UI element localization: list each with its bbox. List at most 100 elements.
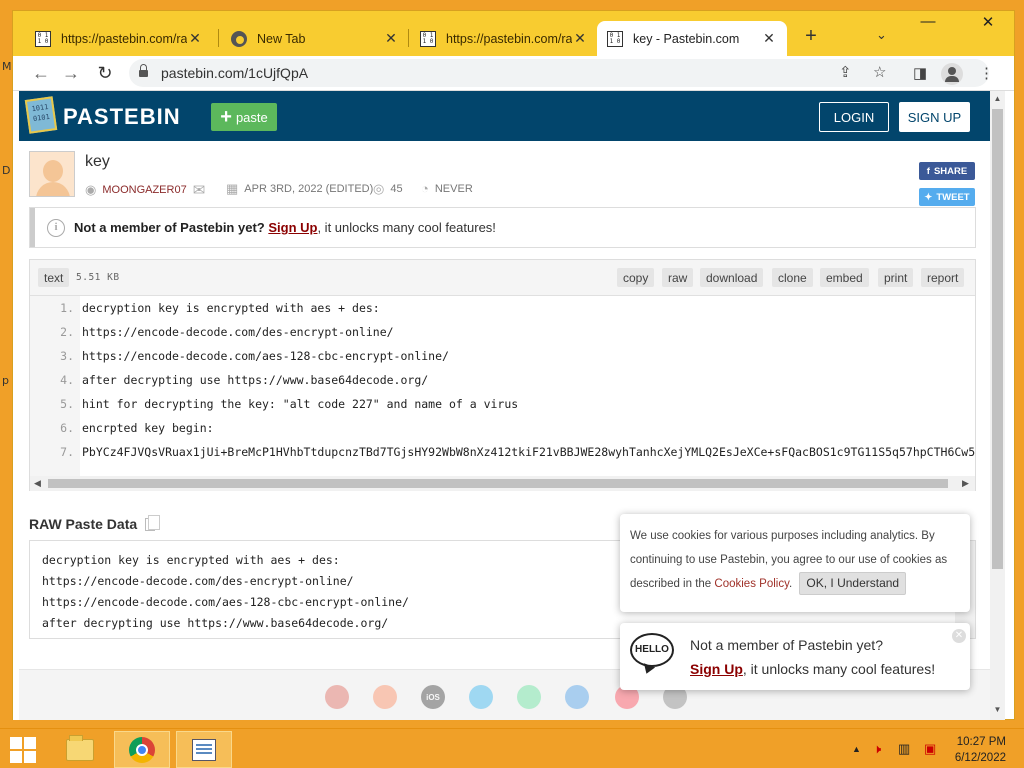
profile-avatar-icon[interactable] [941,63,963,85]
embed-button[interactable]: embed [820,268,869,287]
tab-separator [218,29,219,47]
line-number: 7. [60,445,74,459]
windows-icon[interactable] [469,685,493,709]
message-envelope-icon[interactable]: ✉ [193,181,206,199]
tab-key-pastebin[interactable]: 0 11 0 key - Pastebin.com ✕ [597,21,787,56]
code-horizontal-scrollbar[interactable]: ◀ ▶ [30,476,975,491]
calendar-icon: ▦ [226,181,239,196]
copy-button[interactable]: copy [617,268,655,287]
raw-button[interactable]: raw [662,268,694,287]
side-panel-icon[interactable]: ◨ [913,64,927,82]
back-button[interactable]: ← [29,61,53,85]
tab-title: key - Pastebin.com [633,31,740,46]
line-number: 2. [60,325,74,339]
windows-start-button[interactable] [10,737,36,763]
code-line: 5. hint for decrypting the key: "alt code… [30,392,975,416]
reload-button[interactable]: ↻ [93,61,117,85]
volume-muted-icon[interactable]: 🕨 [873,741,881,757]
tab-pastebin-raw-2[interactable]: 0 11 0 https://pastebin.com/raw/ ✕ [410,21,598,56]
new-paste-button[interactable]: + paste [211,103,277,131]
code-line: 2. https://encode-decode.com/des-encrypt-… [30,320,975,344]
url-text[interactable]: pastebin.com/1cUjfQpA [161,65,308,81]
tab-pastebin-raw-1[interactable]: 0 11 0 https://pastebin.com/raw/ ✕ [25,21,213,56]
print-button[interactable]: print [878,268,914,287]
notice-signup-link[interactable]: Sign Up [268,220,317,235]
code-body[interactable]: 1. decryption key is encrypted with aes +… [30,296,975,476]
android-icon[interactable] [517,685,541,709]
close-tab-icon[interactable]: ✕ [572,30,588,47]
line-text: encrpted key begin: [82,421,214,435]
twitter-tweet-button[interactable]: ✦ TWEET [919,188,975,206]
lock-icon[interactable] [139,64,148,78]
close-tab-icon[interactable]: ✕ [187,30,203,47]
chrome-icon[interactable] [325,685,349,709]
report-button[interactable]: report [921,268,965,287]
pastebin-logo-icon[interactable]: 1011 0101 [24,96,58,134]
format-badge[interactable]: text [38,268,70,287]
cookie-ok-button[interactable]: OK, I Understand [799,572,907,595]
cookie-text-dot: . [788,578,793,590]
raw-line: https://encode-decode.com/aes-128-cbc-en… [42,595,409,609]
scrollbar-thumb[interactable] [992,109,1003,569]
raw-line: after decrypting use https://www.base64d… [42,616,389,630]
taskbar-chrome[interactable] [114,731,170,768]
ios-icon[interactable]: iOS [421,685,445,709]
user-avatar[interactable] [29,151,75,197]
minimize-button[interactable]: — [913,13,943,30]
share-icon[interactable]: ⇪ [839,63,852,81]
code-panel-header: text 5.51 KB copy raw download clone emb… [30,260,975,296]
action-center-icon[interactable]: ▣ [924,741,936,757]
facebook-icon: f [926,165,930,177]
clone-button[interactable]: clone [772,268,813,287]
system-clock[interactable]: 10:27 PM 6/12/2022 [950,734,1006,766]
tab-search-chevron-icon[interactable]: ⌄ [876,27,887,43]
scroll-left-arrow-icon[interactable]: ◀ [34,478,41,489]
hello-speech-bubble-icon: HELLO [630,633,674,667]
tweet-label: TWEET [936,191,970,203]
close-tab-icon[interactable]: ✕ [383,30,399,47]
scrollbar-thumb[interactable] [48,479,948,488]
popup-close-icon[interactable]: ✕ [952,629,966,643]
username-link[interactable]: MOONGAZER07 [102,184,186,196]
desktop-icon-label[interactable]: M [2,60,12,73]
x-icon[interactable] [565,685,589,709]
address-bar[interactable]: pastebin.com/1cUjfQpA ⇪ ☆ [129,59,989,87]
paste-meta-views: ◎ 45 [373,181,403,197]
tab-new-tab[interactable]: New Tab ✕ [221,21,409,56]
page-vertical-scrollbar[interactable]: ▲ ▼ [990,91,1005,720]
tray-expand-icon[interactable]: ▲ [852,744,861,754]
scroll-down-arrow-icon[interactable]: ▼ [990,705,1005,714]
windows-taskbar: ▲ 🕨 ▥ ▣ 10:27 PM 6/12/2022 [0,728,1024,768]
site-logo-text[interactable]: PASTEBIN [63,104,181,130]
pastebin-favicon-icon: 0 11 0 [420,30,436,47]
bookmark-star-icon[interactable]: ☆ [873,63,886,81]
scroll-up-arrow-icon[interactable]: ▲ [990,94,1005,103]
tab-separator [408,29,409,47]
firefox-icon[interactable] [373,685,397,709]
hello-line-2: Sign Up, it unlocks many cool features! [690,661,935,677]
facebook-share-button[interactable]: f SHARE [919,162,975,180]
taskbar-notepad[interactable] [176,731,232,768]
taskbar-file-explorer[interactable] [52,731,108,768]
line-text: decryption key is encrypted with aes + d… [82,301,380,315]
forward-button[interactable]: → [59,61,83,85]
download-button[interactable]: download [700,268,764,287]
new-tab-button[interactable]: + [799,25,823,48]
hello-signup-link[interactable]: Sign Up [690,661,743,677]
line-number: 4. [60,373,74,387]
login-button[interactable]: LOGIN [819,102,889,132]
cookie-text-line: continuing to use Pastebin, you agree to… [630,554,948,566]
window-close-button[interactable]: ✕ [973,13,1003,31]
copy-clipboard-icon[interactable] [145,514,161,531]
line-number: 1. [60,301,74,315]
close-tab-icon[interactable]: ✕ [761,30,777,47]
desktop-icon-label[interactable]: D [2,164,10,177]
cookies-policy-link[interactable]: Cookies Policy [714,578,789,590]
menu-kebab-icon[interactable]: ⋮ [979,64,994,82]
desktop-icon-label[interactable]: p [2,374,9,387]
clock-time: 10:27 PM [956,736,1006,748]
scroll-right-arrow-icon[interactable]: ▶ [962,478,969,489]
signup-button[interactable]: SIGN UP [899,102,970,132]
network-icon[interactable]: ▥ [898,741,910,757]
browser-toolbar: ← → ↻ pastebin.com/1cUjfQpA ⇪ ☆ ◨ ⋮ [13,56,1014,91]
